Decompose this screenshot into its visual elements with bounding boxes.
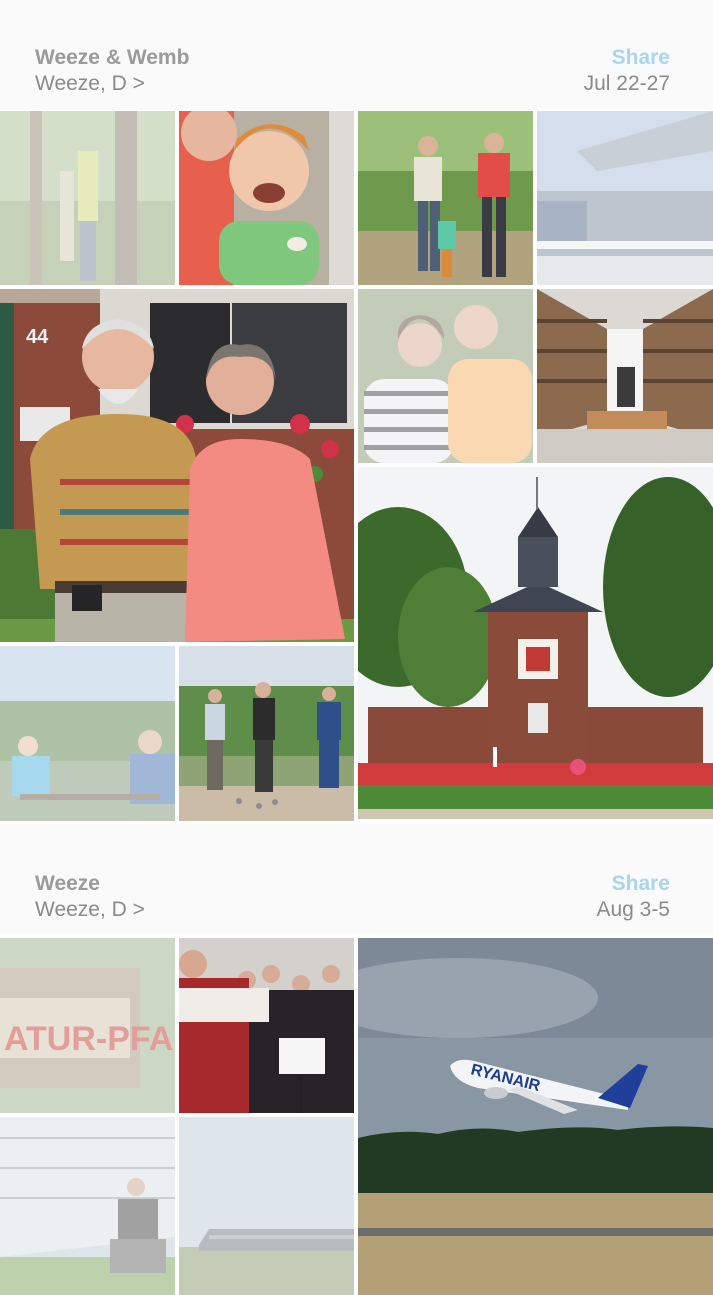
photo-thumbnail-family-walk[interactable] (358, 111, 533, 285)
moment-dates: Jul 22-27 (583, 72, 670, 95)
photo-thumbnail-castle[interactable] (358, 467, 713, 819)
moment-header-1: Weeze & Wemb Weeze, D > Share Jul 22-27 (0, 0, 713, 110)
moment-title: Weeze & Wemb (35, 46, 190, 69)
photo-thumbnail-boules[interactable] (179, 646, 354, 821)
photo-thumbnail-greenhouse[interactable] (0, 1117, 175, 1295)
moment-title: Weeze (35, 872, 100, 895)
moment-header-2: Weeze Weeze, D > Share Aug 3-5 (0, 824, 713, 934)
photo-thumbnail-rowing[interactable] (0, 646, 175, 821)
photo-thumbnail-warehouse[interactable] (537, 289, 713, 463)
moment-location-link[interactable]: Weeze, D > (35, 898, 145, 922)
photo-thumbnail-building[interactable] (537, 111, 713, 285)
photo-thumbnail-couple-portrait[interactable] (358, 289, 533, 463)
photo-thumbnail-elderly-couple[interactable]: 44 (0, 289, 354, 642)
photo-thumbnail-wooden-sign[interactable]: ATUR-PFAD (0, 938, 175, 1113)
photo-thumbnail-train[interactable] (179, 1117, 354, 1295)
share-button[interactable]: Share (612, 46, 670, 70)
photo-thumbnail-forest-walk[interactable] (0, 111, 175, 285)
svg-text:44: 44 (26, 326, 49, 348)
moment-location-link[interactable]: Weeze, D > (35, 72, 145, 96)
share-button[interactable]: Share (612, 872, 670, 896)
photo-thumbnail-plane-takeoff[interactable]: RYANAIR (358, 938, 713, 1295)
moment-dates: Aug 3-5 (596, 898, 670, 921)
sign-text: ATUR-PFAD (4, 1020, 175, 1058)
photo-thumbnail-choir[interactable] (179, 938, 354, 1113)
photo-thumbnail-boy-eating[interactable] (179, 111, 354, 285)
